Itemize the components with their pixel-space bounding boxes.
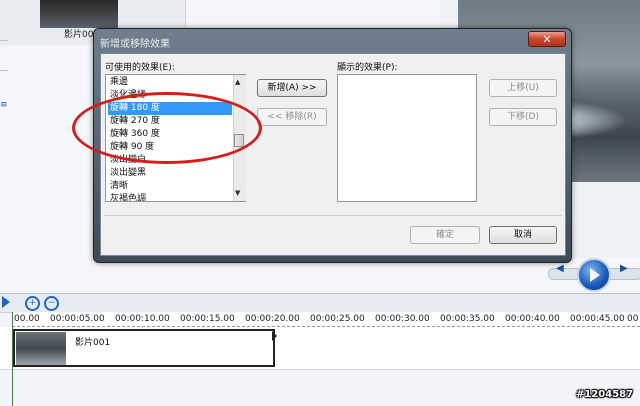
watermark: #1204587: [576, 389, 634, 400]
remove-effect-button[interactable]: << 移除(R): [257, 108, 327, 126]
move-down-button[interactable]: 下移(D): [489, 108, 557, 126]
clip-trim-handle[interactable]: [272, 331, 277, 341]
timeline-play-icon[interactable]: [2, 296, 10, 308]
ruler-tick: 00:00:45.00: [570, 314, 625, 324]
task-link-icon[interactable]: ≡: [0, 100, 8, 110]
list-item[interactable]: 乘邊: [108, 76, 232, 89]
cancel-button[interactable]: 取消: [489, 226, 557, 244]
playhead[interactable]: [12, 312, 13, 406]
timeline-empty-area: [0, 370, 640, 406]
ruler-tick: 00:00:20.00: [245, 314, 300, 324]
ok-button[interactable]: 確定: [410, 226, 480, 244]
zoom-out-icon[interactable]: −: [44, 296, 59, 311]
ruler-tick: 00: [627, 314, 639, 324]
divider: [0, 70, 8, 71]
list-item[interactable]: 灰褐色調: [108, 193, 232, 201]
shown-effects-list[interactable]: [337, 74, 477, 202]
ruler-tick: 00:00:30.00: [375, 314, 430, 324]
clip-thumbnail: [16, 332, 66, 365]
play-button[interactable]: [577, 258, 611, 292]
add-effect-button[interactable]: 新增(A) >>: [257, 79, 327, 97]
dialog-title: 新增或移除效果: [100, 39, 170, 50]
scroll-down-icon[interactable]: ▼: [235, 189, 240, 197]
ruler-tick: 00:00:10.00: [115, 314, 170, 324]
move-up-button[interactable]: 上移(U): [489, 79, 557, 97]
divider: [104, 215, 562, 216]
list-item[interactable]: 淡出變黑: [108, 167, 232, 180]
ruler-tick: 00.00: [14, 314, 40, 324]
previous-frame-icon[interactable]: ◀: [556, 263, 568, 275]
video-thumbnail[interactable]: [40, 0, 118, 28]
ruler-tick: 00:00:40.00: [505, 314, 560, 324]
available-effects-label: 可使用的效果(E):: [105, 63, 175, 73]
ruler-tick: 00:00:35.00: [440, 314, 495, 324]
shown-effects-label: 顯示的效果(P):: [337, 63, 398, 73]
ruler-tick: 00:00:25.00: [310, 314, 365, 324]
close-button[interactable]: ✕: [528, 31, 566, 47]
play-icon: [590, 268, 600, 282]
clip-label: 影片001: [75, 338, 111, 348]
divider: [0, 40, 8, 41]
scroll-up-icon[interactable]: ▲: [235, 78, 240, 86]
ruler-tick: 00:00:15.00: [180, 314, 235, 324]
zoom-in-icon[interactable]: +: [25, 296, 40, 311]
next-frame-icon[interactable]: ▶: [620, 263, 632, 275]
timeline-toolbar: [0, 293, 640, 313]
red-annotation-circle: [72, 92, 262, 164]
list-item[interactable]: 清晰: [108, 180, 232, 193]
ruler-tick: 00:00:05.00: [50, 314, 105, 324]
